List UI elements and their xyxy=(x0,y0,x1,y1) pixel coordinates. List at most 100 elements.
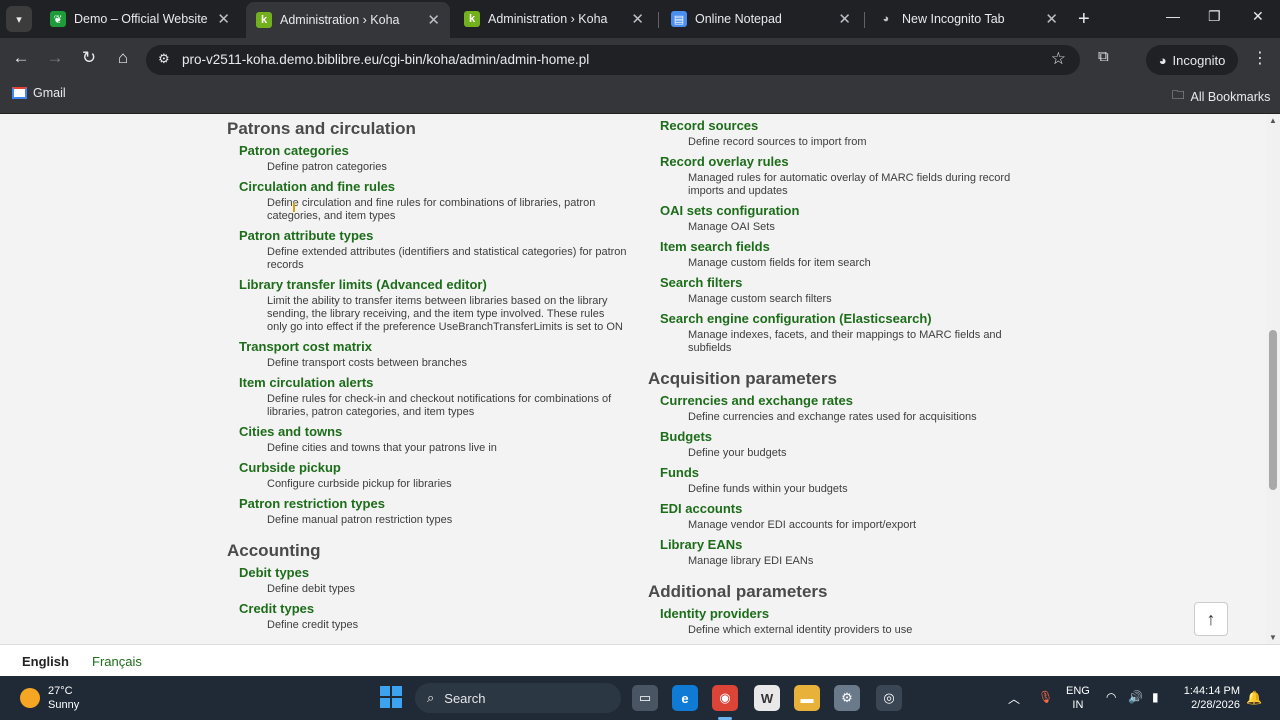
incognito-icon: ◕ xyxy=(882,13,890,25)
address-bar[interactable]: ⚙ pro-v2511-koha.demo.biblibre.eu/cgi-bi… xyxy=(146,45,1080,75)
admin-link[interactable]: Transport cost matrix xyxy=(239,339,627,355)
admin-link-description: Manage custom search filters xyxy=(688,293,832,305)
tab-search-button[interactable]: ▾ xyxy=(6,6,32,32)
weather-condition: Sunny xyxy=(48,699,80,711)
chrome-icon[interactable]: ◉ xyxy=(712,685,738,711)
admin-link[interactable]: Cities and towns xyxy=(239,424,627,440)
new-tab-plus-icon[interactable]: + xyxy=(1078,8,1090,31)
koha-leaf-icon: ❦ xyxy=(50,11,66,27)
page-scrollbar[interactable]: ▲ ▼ xyxy=(1266,114,1280,644)
admin-link-description: Define credit types xyxy=(267,619,359,631)
task-view-icon[interactable]: ▭ xyxy=(632,685,658,711)
admin-item: Curbside pickup Configure curbside pickup… xyxy=(239,460,627,491)
admin-link[interactable]: Patron categories xyxy=(239,143,627,159)
section-heading: Acquisition parameters xyxy=(648,369,837,388)
reload-icon[interactable]: ↻ xyxy=(78,48,100,68)
system-clock[interactable]: 1:44:14 PM 2/28/2026 xyxy=(1178,684,1240,712)
wifi-icon[interactable]: ◠ xyxy=(1106,690,1116,704)
admin-link-description: Define funds within your budgets xyxy=(688,483,848,495)
windows-taskbar: 27°C Sunny ⌕ Search ▭ e ◉ W ▬ ⚙ ◎ ︿ 🎙 EN… xyxy=(0,676,1280,720)
language-option-french[interactable]: Français xyxy=(92,654,142,669)
back-arrow-icon[interactable]: ← xyxy=(10,48,32,68)
language-current: English xyxy=(22,654,69,669)
admin-link[interactable]: Budgets xyxy=(660,429,1068,445)
battery-icon[interactable]: ▮ xyxy=(1152,690,1159,704)
admin-link[interactable]: Currencies and exchange rates xyxy=(660,393,1068,409)
tab-administration-koha-active[interactable]: k Administration › Koha ✕ xyxy=(246,2,450,38)
admin-link[interactable]: Record sources xyxy=(660,118,1068,134)
admin-link[interactable]: EDI accounts xyxy=(660,501,1068,517)
close-tab-icon[interactable]: ✕ xyxy=(217,10,230,28)
admin-link[interactable]: Debit types xyxy=(239,565,627,581)
scroll-down-icon[interactable]: ▼ xyxy=(1269,633,1277,642)
weather-widget[interactable]: 27°C Sunny xyxy=(20,684,79,712)
tab-demo-website[interactable]: ❦ Demo – Official Website of K ✕ xyxy=(40,4,240,34)
admin-link[interactable]: Patron attribute types xyxy=(239,228,627,244)
admin-link[interactable]: Curbside pickup xyxy=(239,460,627,476)
admin-link-description: Manage library EDI EANs xyxy=(688,555,814,567)
file-explorer-icon[interactable]: ▬ xyxy=(794,685,820,711)
tab-administration-koha[interactable]: k Administration › Koha ✕ xyxy=(454,4,654,34)
all-bookmarks[interactable]: 🗀 All Bookmarks xyxy=(1172,86,1270,107)
close-tab-icon[interactable]: ✕ xyxy=(427,11,440,29)
browser-menu-icon[interactable]: ⋮ xyxy=(1252,48,1268,68)
admin-link-description: Define extended attributes (identifiers … xyxy=(267,246,627,271)
bookmark-gmail[interactable]: Gmail xyxy=(12,86,66,100)
admin-item: Library EANs Manage library EDI EANs xyxy=(660,537,1068,568)
admin-link-description: Define cities and towns that your patron… xyxy=(267,442,497,454)
scroll-up-icon[interactable]: ▲ xyxy=(1269,116,1277,125)
settings-gear-icon[interactable]: ⚙ xyxy=(834,685,860,711)
site-info-icon[interactable]: ⚙ xyxy=(158,51,170,67)
koha-k-icon: k xyxy=(256,12,272,28)
admin-item: Patron attribute types Define extended at… xyxy=(239,228,627,272)
incognito-indicator[interactable]: ◕ Incognito xyxy=(1146,45,1238,75)
tray-chevron-icon[interactable]: ︿ xyxy=(1008,690,1020,707)
notification-bell-icon[interactable]: 🔔 xyxy=(1246,690,1262,706)
forward-arrow-icon[interactable]: → xyxy=(44,48,66,68)
tab-new-incognito[interactable]: ◕ New Incognito Tab ✕ xyxy=(868,4,1068,34)
admin-link[interactable]: Library EANs xyxy=(660,537,1068,553)
admin-item: OAI sets configuration Manage OAI Sets xyxy=(660,203,1068,234)
admin-link[interactable]: Credit types xyxy=(239,601,627,617)
back-to-top-button[interactable]: ↑ xyxy=(1194,602,1228,636)
close-window-icon[interactable]: ✕ xyxy=(1252,8,1264,25)
admin-link[interactable]: Patron restriction types xyxy=(239,496,627,512)
admin-link[interactable]: Record overlay rules xyxy=(660,154,1068,170)
home-icon[interactable]: ⌂ xyxy=(112,48,134,68)
bookmark-star-icon[interactable]: ☆ xyxy=(1051,49,1066,69)
admin-link-description: Define which external identity providers… xyxy=(688,624,913,636)
tab-online-notepad[interactable]: ▤ Online Notepad ✕ xyxy=(661,4,861,34)
admin-item: Debit types Define debit types xyxy=(239,565,627,596)
input-language[interactable]: ENG IN xyxy=(1066,684,1090,712)
admin-link[interactable]: Funds xyxy=(660,465,1068,481)
close-tab-icon[interactable]: ✕ xyxy=(838,10,851,28)
admin-link[interactable]: Item search fields xyxy=(660,239,1068,255)
admin-item: EDI accounts Manage vendor EDI accounts f… xyxy=(660,501,1068,532)
edge-icon[interactable]: e xyxy=(672,685,698,711)
admin-link[interactable]: Search filters xyxy=(660,275,1068,291)
extensions-icon[interactable]: ⧉ xyxy=(1098,48,1109,65)
admin-item: Currencies and exchange rates Define curr… xyxy=(660,393,1068,424)
wikipedia-icon[interactable]: W xyxy=(754,685,780,711)
volume-icon[interactable]: 🔊 xyxy=(1128,690,1143,704)
admin-link[interactable]: Search engine configuration (Elasticsear… xyxy=(660,311,1068,327)
admin-right-column: Record sources Define record sources to i… xyxy=(648,118,1068,642)
microphone-icon[interactable]: 🎙 xyxy=(1038,690,1053,704)
start-button-windows-icon[interactable] xyxy=(380,686,402,708)
admin-link[interactable]: Identity providers xyxy=(660,606,1068,622)
close-tab-icon[interactable]: ✕ xyxy=(631,10,644,28)
admin-link[interactable]: Circulation and fine rules xyxy=(239,179,627,195)
url-text[interactable]: pro-v2511-koha.demo.biblibre.eu/cgi-bin/… xyxy=(182,52,589,67)
admin-item: Record sources Define record sources to i… xyxy=(660,118,1068,149)
admin-item: Cities and towns Define cities and towns … xyxy=(239,424,627,455)
admin-link[interactable]: OAI sets configuration xyxy=(660,203,1068,219)
obs-icon[interactable]: ◎ xyxy=(876,685,902,711)
taskbar-search[interactable]: ⌕ Search xyxy=(415,683,621,713)
close-tab-icon[interactable]: ✕ xyxy=(1045,10,1058,28)
gmail-icon xyxy=(12,87,27,99)
admin-link[interactable]: Item circulation alerts xyxy=(239,375,627,391)
minimize-icon[interactable]: — xyxy=(1166,8,1180,24)
scrollbar-thumb[interactable] xyxy=(1269,330,1277,490)
restore-icon[interactable]: ❐ xyxy=(1208,8,1221,25)
admin-link[interactable]: Library transfer limits (Advanced editor… xyxy=(239,277,627,293)
